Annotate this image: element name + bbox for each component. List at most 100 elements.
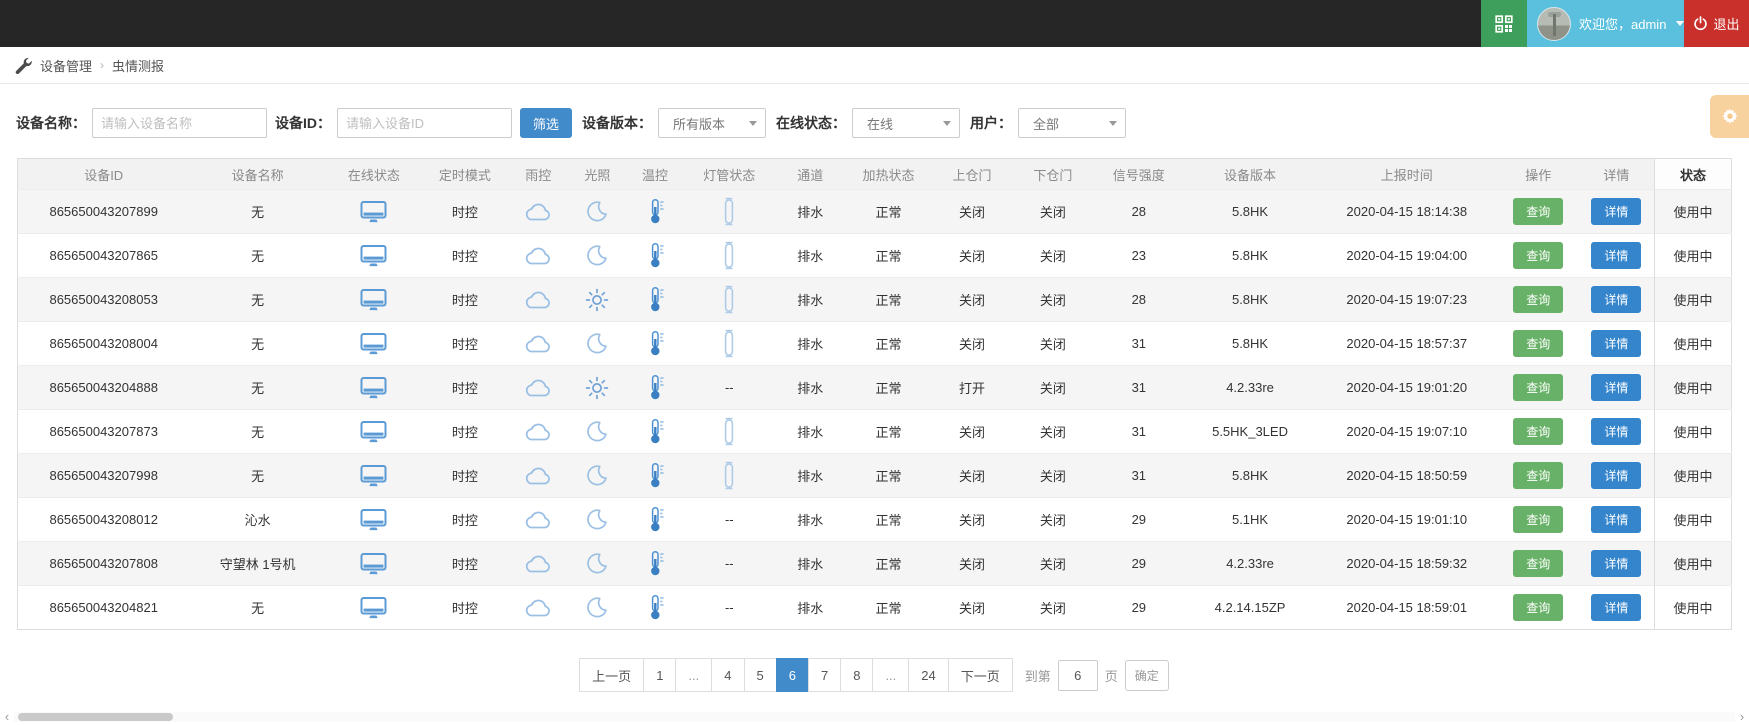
next-page-button[interactable]: 下一页 <box>947 658 1013 692</box>
cell-temp <box>626 189 684 234</box>
cell-name: 无 <box>189 277 326 322</box>
goto-page-input[interactable] <box>1057 659 1098 691</box>
query-button[interactable]: 查询 <box>1513 462 1564 489</box>
cell-version: 4.2.33re <box>1184 541 1316 586</box>
table-row: 865650043207808 守望林 1号机 时控 -- 排水 正常 关闭 关闭 29 4.2.… <box>17 541 1732 586</box>
device-version-select[interactable]: 所有版本 <box>658 108 767 138</box>
page-button-4[interactable]: 4 <box>711 658 745 692</box>
detail-button[interactable]: 详情 <box>1591 242 1642 269</box>
user-filter-select[interactable]: 全部 <box>1018 108 1127 138</box>
query-button[interactable]: 查询 <box>1513 550 1564 577</box>
online-status-select[interactable]: 在线 <box>852 108 961 138</box>
cell-light <box>568 233 627 278</box>
query-button[interactable]: 查询 <box>1513 330 1564 357</box>
detail-button[interactable]: 详情 <box>1591 198 1642 225</box>
page-button-7[interactable]: 7 <box>807 658 842 692</box>
cell-light <box>568 321 627 366</box>
cell-online <box>325 189 422 234</box>
username: admin <box>1631 17 1667 32</box>
cell-temp <box>626 409 684 454</box>
cell-action: 查询 <box>1497 585 1579 630</box>
query-button[interactable]: 查询 <box>1513 286 1564 313</box>
cell-device-id: 865650043208004 <box>17 321 190 366</box>
cell-lower-door: 关闭 <box>1012 233 1094 278</box>
query-button[interactable]: 查询 <box>1513 242 1564 269</box>
detail-button[interactable]: 详情 <box>1591 286 1642 313</box>
cell-lower-door: 关闭 <box>1012 321 1094 366</box>
cell-rain <box>507 189 569 234</box>
scroll-right-arrow[interactable]: › <box>1735 710 1749 724</box>
column-header: 设备ID <box>17 158 190 190</box>
device-id-label: 设备ID： <box>275 115 331 131</box>
settings-button[interactable] <box>1710 95 1749 138</box>
cell-rain <box>507 233 569 278</box>
user-menu[interactable]: 欢迎您，admin <box>1527 0 1685 47</box>
cell-timer-mode: 时控 <box>421 453 508 498</box>
thermometer-icon <box>645 374 666 401</box>
scrollbar-track[interactable] <box>14 712 1735 722</box>
detail-button[interactable]: 详情 <box>1591 550 1642 577</box>
prev-page-button[interactable]: 上一页 <box>579 658 645 692</box>
scroll-left-arrow[interactable]: ‹ <box>0 710 14 724</box>
cell-timer-mode: 时控 <box>421 365 508 410</box>
cell-upper-door: 关闭 <box>931 233 1013 278</box>
column-header: 通道 <box>774 158 846 190</box>
page-button-1[interactable]: 1 <box>643 658 677 692</box>
device-version-value: 所有版本 <box>673 116 726 132</box>
cell-online <box>325 409 422 454</box>
device-id-input[interactable] <box>337 108 512 138</box>
tube-icon <box>723 417 735 446</box>
cell-lamp: -- <box>683 585 775 630</box>
breadcrumb-item-device-management[interactable]: 设备管理 <box>40 56 92 75</box>
detail-button[interactable]: 详情 <box>1591 594 1642 621</box>
column-header: 加热状态 <box>845 158 932 190</box>
detail-button[interactable]: 详情 <box>1591 506 1642 533</box>
detail-button[interactable]: 详情 <box>1591 418 1642 445</box>
tube-icon <box>723 461 735 490</box>
page-button-6[interactable]: 6 <box>775 658 809 692</box>
detail-button[interactable]: 详情 <box>1591 330 1642 357</box>
goto-suffix-label: 页 <box>1104 668 1118 684</box>
page-button-5[interactable]: 5 <box>743 658 777 692</box>
thermometer-icon <box>645 242 666 269</box>
cell-detail: 详情 <box>1578 409 1655 454</box>
filter-button[interactable]: 筛选 <box>520 108 573 138</box>
cell-light <box>568 585 627 630</box>
cell-name: 无 <box>189 453 326 498</box>
cell-upper-door: 关闭 <box>931 585 1013 630</box>
column-header: 上报时间 <box>1315 158 1498 190</box>
table-row: 865650043204888 无 时控 -- 排水 正常 打开 关闭 31 4.2.33re 20… <box>17 365 1732 410</box>
device-name-input[interactable] <box>92 108 267 138</box>
cell-detail: 详情 <box>1578 277 1655 322</box>
cell-detail: 详情 <box>1578 585 1655 630</box>
cell-status: 使用中 <box>1654 277 1732 322</box>
device-table: 设备ID 设备名称 在线状态 定时模式 雨控 光照 温控 灯管状态 通道 加热状态 上仓门 下仓门 信号… <box>17 158 1732 630</box>
query-button[interactable]: 查询 <box>1513 198 1564 225</box>
cell-online <box>325 321 422 366</box>
cell-online <box>325 365 422 410</box>
cell-report-time: 2020-04-15 19:07:23 <box>1315 277 1498 322</box>
page-button-24[interactable]: 24 <box>908 658 949 692</box>
query-button[interactable]: 查询 <box>1513 374 1564 401</box>
scrollbar-thumb[interactable] <box>18 713 173 721</box>
column-header: 设备版本 <box>1184 158 1316 190</box>
cell-rain <box>507 321 569 366</box>
goto-confirm-button[interactable]: 确定 <box>1124 659 1169 691</box>
page-button-8[interactable]: 8 <box>840 658 874 692</box>
monitor-icon <box>360 596 387 620</box>
logout-button[interactable]: 退出 <box>1684 0 1749 47</box>
qr-code-button[interactable] <box>1481 0 1527 47</box>
cell-status: 使用中 <box>1654 585 1732 630</box>
cell-action: 查询 <box>1497 233 1579 278</box>
cell-heating: 正常 <box>845 233 932 278</box>
query-button[interactable]: 查询 <box>1513 418 1564 445</box>
query-button[interactable]: 查询 <box>1513 594 1564 621</box>
detail-button[interactable]: 详情 <box>1591 462 1642 489</box>
cell-heating: 正常 <box>845 189 932 234</box>
cell-detail: 详情 <box>1578 189 1655 234</box>
cell-signal: 29 <box>1093 497 1185 542</box>
query-button[interactable]: 查询 <box>1513 506 1564 533</box>
detail-button[interactable]: 详情 <box>1591 374 1642 401</box>
cell-status: 使用中 <box>1654 233 1732 278</box>
cell-light <box>568 453 627 498</box>
